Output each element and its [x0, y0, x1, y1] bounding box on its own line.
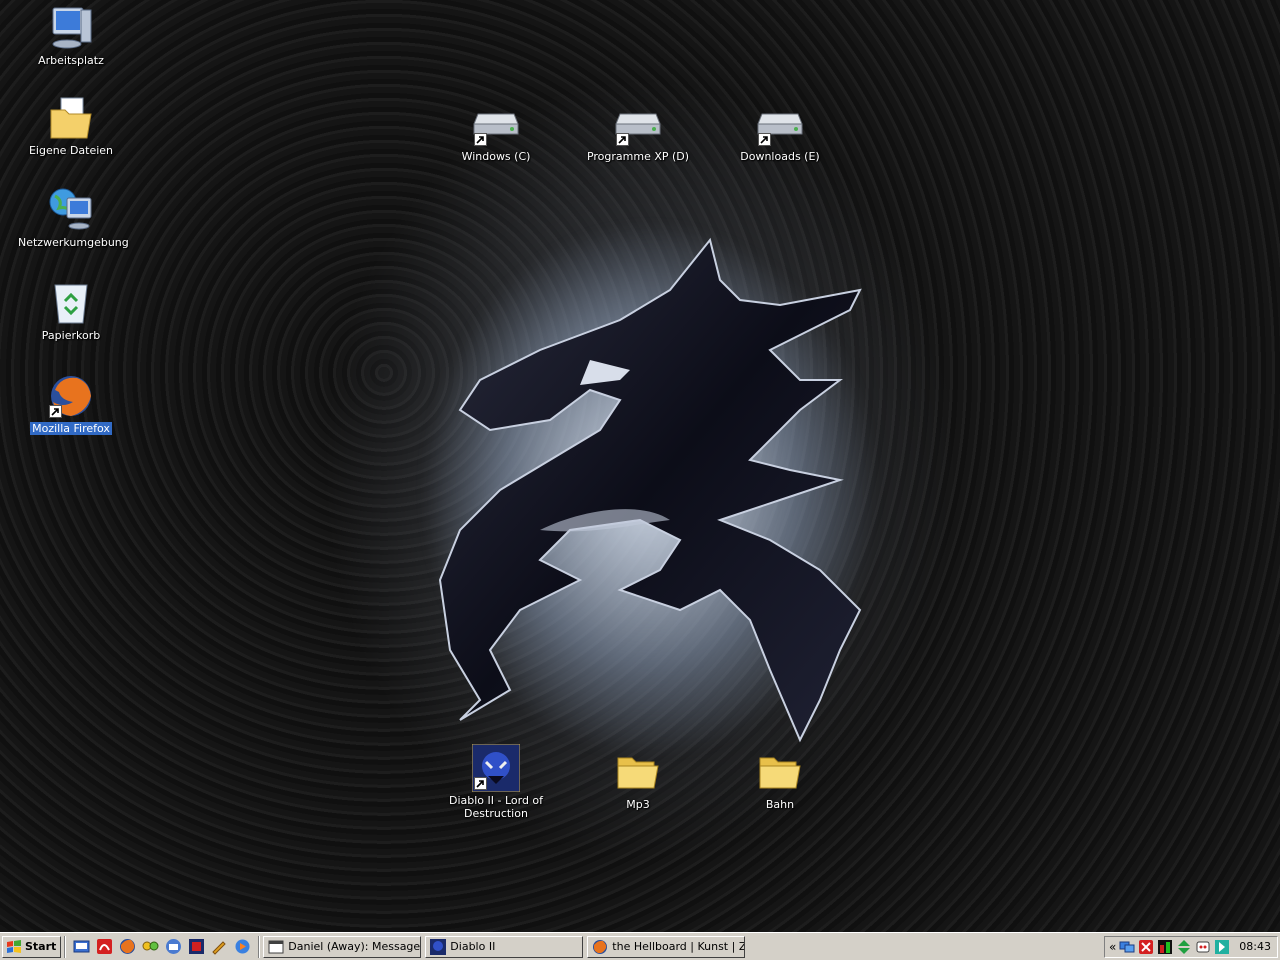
- desktop-icon-label: Downloads (E): [740, 150, 820, 163]
- task-button-label: the Hellboard | Kunst | Z...: [612, 940, 746, 953]
- task-button-label: Daniel (Away): Message ...: [288, 940, 422, 953]
- desktop-icon-drive-e[interactable]: Downloads (E): [725, 100, 835, 163]
- messenger-icon[interactable]: [142, 938, 159, 955]
- download-tray-icon[interactable]: [1214, 939, 1230, 955]
- my-documents-icon: [47, 94, 95, 142]
- desktop-icon-drive-d[interactable]: Programme XP (D): [583, 100, 693, 163]
- network-icon: [47, 186, 95, 234]
- desktop-icon-label: Arbeitsplatz: [38, 54, 104, 67]
- task-button-diablo[interactable]: Diablo II: [425, 935, 584, 958]
- pdf-reader-icon[interactable]: [96, 938, 113, 955]
- task-button-messenger[interactable]: Daniel (Away): Message ...: [263, 935, 422, 958]
- hard-drive-icon: [472, 100, 520, 148]
- network-tray-icon[interactable]: [1119, 939, 1135, 955]
- diablo-icon: [471, 743, 521, 793]
- desktop-icon-firefox[interactable]: Mozilla Firefox: [16, 372, 126, 435]
- desktop-icon-label: Bahn: [765, 798, 795, 811]
- quick-launch: [69, 938, 255, 955]
- desktop-icon-bahn-folder[interactable]: Bahn: [725, 748, 835, 811]
- shortcut-arrow-icon: [758, 133, 771, 146]
- game-shortcut-icon[interactable]: [188, 938, 205, 955]
- desktop-icon-drive-c[interactable]: Windows (C): [441, 100, 551, 163]
- folder-icon: [756, 748, 804, 796]
- desktop-icon-recycle-bin[interactable]: Papierkorb: [16, 279, 126, 342]
- start-button[interactable]: Start: [2, 935, 62, 958]
- shortcut-arrow-icon: [474, 133, 487, 146]
- hard-drive-icon: [756, 100, 804, 148]
- desktop-icon-label: Mozilla Firefox: [30, 422, 112, 435]
- diablo-task-icon: [430, 938, 447, 955]
- messenger-tray-icon[interactable]: [1195, 939, 1211, 955]
- shortcut-arrow-icon: [616, 133, 629, 146]
- desktop: Arbeitsplatz Eigene Dateien Netzwerkumge…: [0, 0, 1280, 932]
- taskbar-separator: [64, 935, 67, 958]
- desktop-icon-label: Diablo II - Lord of Destruction: [448, 794, 544, 820]
- desktop-icon-mp3-folder[interactable]: Mp3: [583, 748, 693, 811]
- tray-expand-button[interactable]: «: [1109, 940, 1116, 954]
- desktop-icon-label: Programme XP (D): [586, 150, 690, 163]
- media-player-icon[interactable]: [234, 938, 251, 955]
- desktop-icon-my-documents[interactable]: Eigene Dateien: [16, 94, 126, 157]
- desktop-icon-my-computer[interactable]: Arbeitsplatz: [16, 4, 126, 67]
- thunderbird-icon[interactable]: [165, 938, 182, 955]
- message-window-icon: [268, 940, 284, 953]
- folder-icon: [614, 748, 662, 796]
- task-button-firefox[interactable]: the Hellboard | Kunst | Z...: [587, 935, 746, 958]
- start-label: Start: [25, 940, 57, 953]
- shortcut-arrow-icon: [49, 405, 62, 418]
- shortcut-arrow-icon: [474, 777, 487, 790]
- taskbar-separator: [258, 935, 261, 958]
- my-computer-icon: [47, 4, 95, 52]
- show-desktop-icon[interactable]: [73, 938, 90, 955]
- tools-icon[interactable]: [211, 938, 228, 955]
- windows-flag-icon: [7, 939, 21, 953]
- hard-drive-icon: [614, 100, 662, 148]
- desktop-icon-label: Eigene Dateien: [28, 144, 114, 157]
- system-tray: « 08:43: [1103, 935, 1278, 958]
- task-button-label: Diablo II: [450, 940, 496, 953]
- desktop-icon-label: Mp3: [626, 798, 650, 811]
- taskbar: Start Daniel (Away): Message ... Diablo …: [0, 932, 1280, 960]
- antivirus-tray-icon[interactable]: [1138, 939, 1154, 955]
- clock[interactable]: 08:43: [1239, 940, 1271, 953]
- firefox-launch-icon[interactable]: [119, 938, 136, 955]
- desktop-icon-network[interactable]: Netzwerkumgebung: [16, 186, 129, 249]
- desktop-icon-label: Windows (C): [461, 150, 531, 163]
- firefox-task-icon: [593, 939, 608, 954]
- meter-tray-icon[interactable]: [1157, 939, 1173, 955]
- firefox-icon: [47, 372, 95, 420]
- desktop-icon-label: Netzwerkumgebung: [18, 236, 129, 249]
- dragon-wallpaper-image: [438, 237, 862, 743]
- desktop-icon-label: Papierkorb: [41, 329, 101, 342]
- transfer-tray-icon[interactable]: [1176, 939, 1192, 955]
- recycle-bin-icon: [47, 279, 95, 327]
- desktop-icon-diablo[interactable]: Diablo II - Lord of Destruction: [441, 743, 551, 820]
